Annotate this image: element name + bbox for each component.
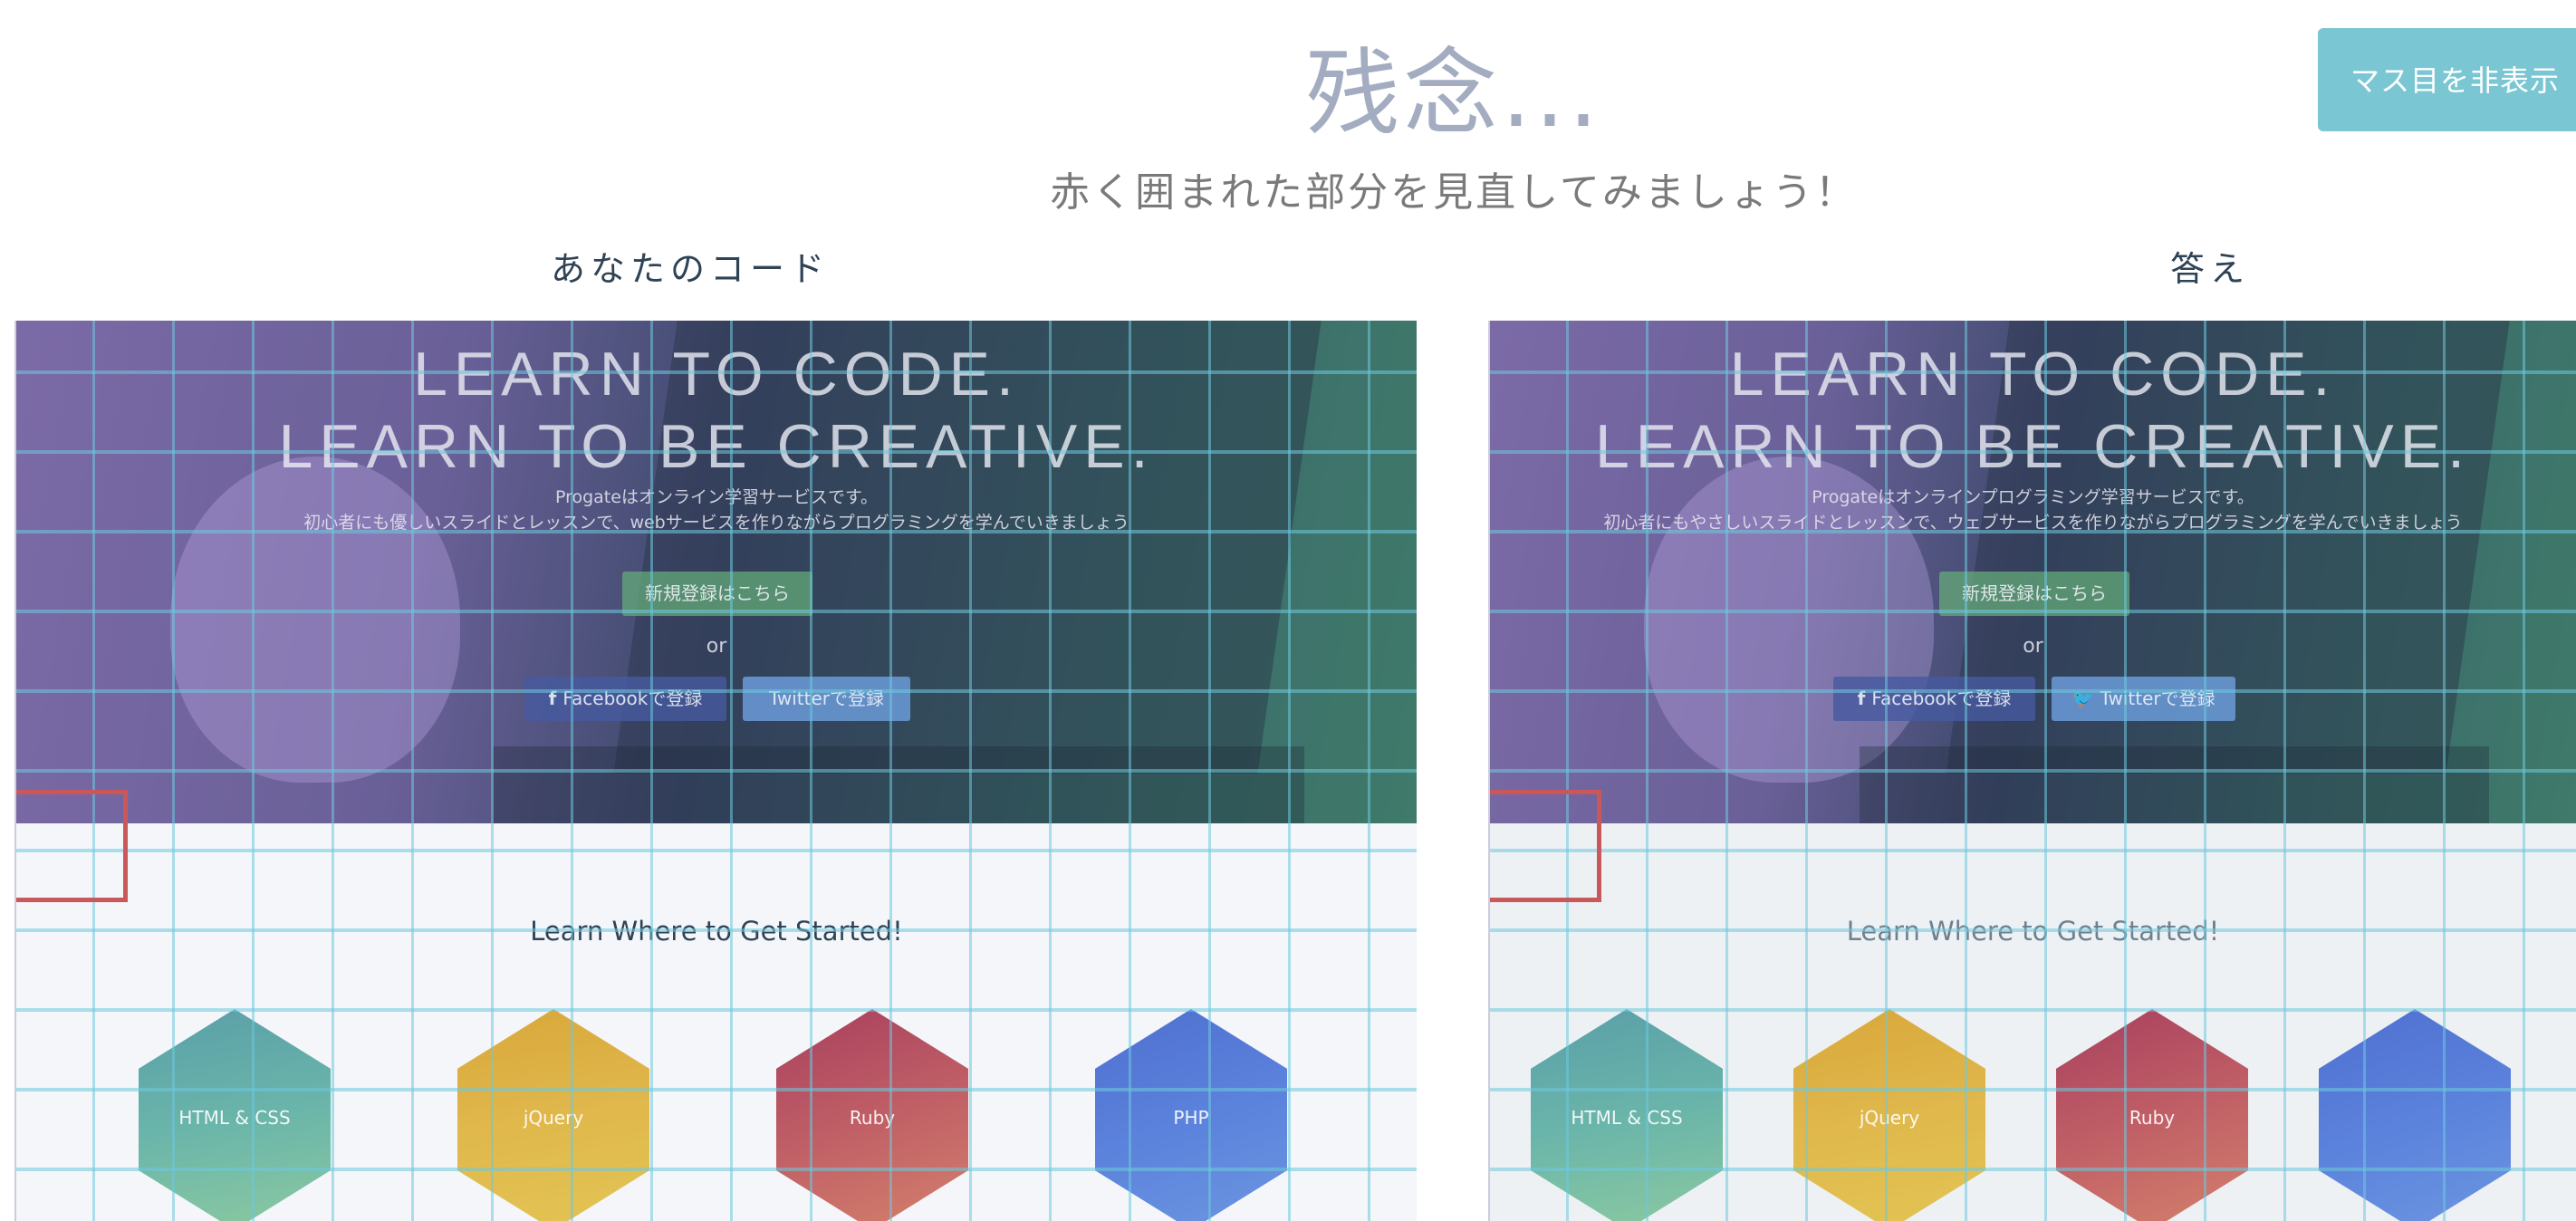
twitter-signup-button[interactable]: Twitterで登録	[743, 677, 910, 721]
language-label: Ruby	[2129, 1107, 2176, 1129]
answer-preview: LEARN TO CODE. LEARN TO BE CREATIVE. Pro…	[1488, 321, 2576, 1221]
twitter-signup-button[interactable]: 🐦 Twitterで登録	[2052, 677, 2235, 721]
section-title: Learn Where to Get Started!	[1846, 916, 2220, 947]
your-code-label: あなたのコード	[550, 249, 830, 289]
twitter-label: Twitterで登録	[768, 687, 885, 709]
headline-1: LEARN TO CODE.	[413, 340, 1020, 409]
facebook-signup-button[interactable]: f Facebookで登録	[524, 677, 726, 721]
facebook-icon: f	[1857, 687, 1872, 709]
hero-section: LEARN TO CODE. LEARN TO BE CREATIVE. Pro…	[1490, 321, 2576, 823]
section-title: Learn Where to Get Started!	[530, 916, 903, 947]
signup-button[interactable]: 新規登録はこちら	[622, 572, 812, 616]
answer-label: 答え	[2169, 249, 2250, 289]
language-label: PHP	[1173, 1107, 1209, 1129]
facebook-icon: f	[548, 687, 563, 709]
hero-section: LEARN TO CODE. LEARN TO BE CREATIVE. Pro…	[16, 321, 1417, 823]
error-highlight-box	[1490, 790, 1601, 902]
hero-keyboard-image	[1859, 746, 2490, 823]
language-label: HTML & CSS	[1571, 1107, 1683, 1129]
lead-1: Progateはオンラインプログラミング学習サービスです。	[1812, 487, 2254, 507]
lead-2: 初心者にもやさしいスライドとレッスンで、ウェブサービスを作りながらプログラミング…	[1603, 513, 2463, 533]
language-label: jQuery	[523, 1107, 584, 1129]
headline-2: LEARN TO BE CREATIVE.	[1594, 412, 2472, 481]
hero-keyboard-image	[492, 746, 1305, 823]
twitter-label: Twitterで登録	[2100, 687, 2216, 709]
facebook-label: Facebookで登録	[562, 687, 703, 709]
facebook-label: Facebookで登録	[1871, 687, 2012, 709]
toggle-grid-button[interactable]: マス目を非表示	[2318, 28, 2576, 131]
or-label: or	[2023, 635, 2043, 658]
language-label: Ruby	[849, 1107, 896, 1129]
language-label: jQuery	[1859, 1107, 1920, 1129]
or-label: or	[706, 635, 727, 658]
signup-button[interactable]: 新規登録はこちら	[1939, 572, 2129, 616]
language-label: HTML & CSS	[178, 1107, 291, 1129]
lead-1: Progateはオンライン学習サービスです。	[554, 487, 879, 507]
result-title: 残念...	[1305, 38, 1602, 149]
result-subtitle: 赤く囲まれた部分を見直してみましょう！	[1050, 169, 1858, 216]
twitter-icon: 🐦	[2071, 687, 2100, 709]
lead-2: 初心者にも優しいスライドとレッスンで、webサービスを作りながらプログラミングを…	[303, 513, 1129, 533]
headline-1: LEARN TO CODE.	[1729, 340, 2337, 409]
your-code-preview: LEARN TO CODE. LEARN TO BE CREATIVE. Pro…	[14, 321, 1417, 1221]
error-highlight-box	[16, 790, 128, 902]
facebook-signup-button[interactable]: f Facebookで登録	[1833, 677, 2035, 721]
headline-2: LEARN TO BE CREATIVE.	[278, 412, 1155, 481]
